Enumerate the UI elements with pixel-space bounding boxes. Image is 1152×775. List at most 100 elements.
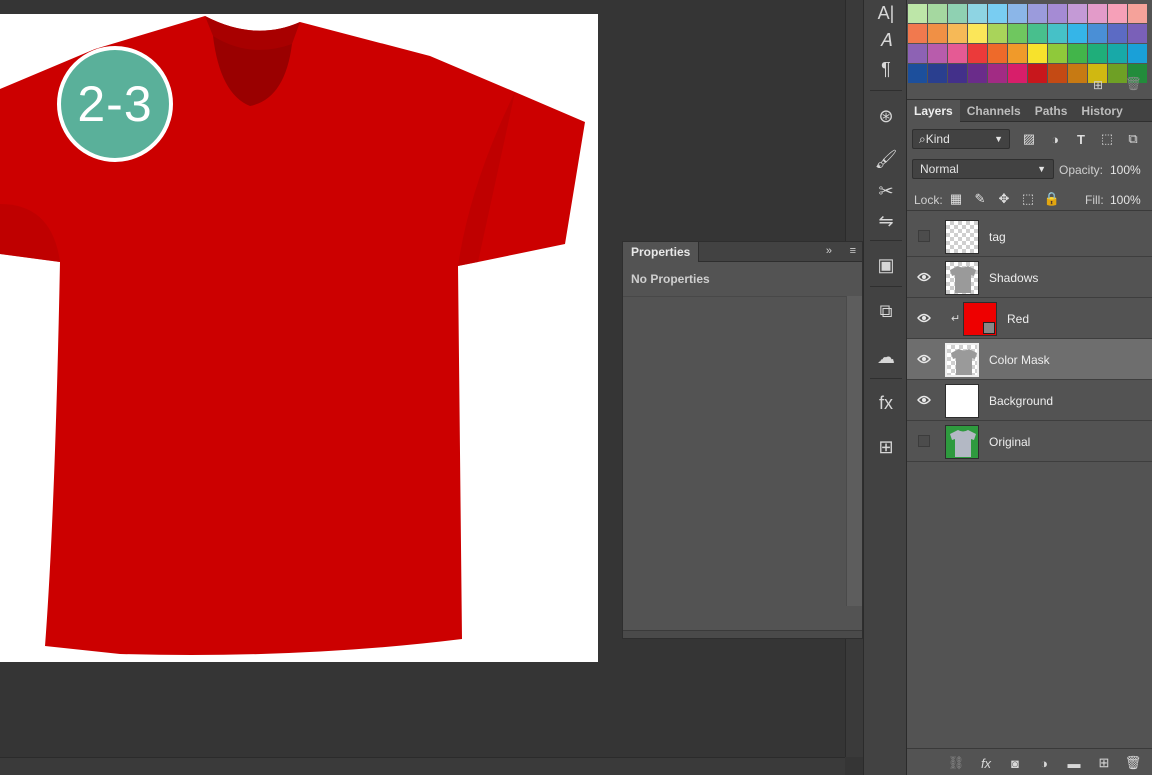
tab-history[interactable]: History bbox=[1074, 100, 1129, 122]
swatch[interactable] bbox=[1068, 4, 1087, 23]
character-styles-icon[interactable]: 𝐴 bbox=[872, 27, 900, 53]
swatch[interactable] bbox=[1008, 4, 1027, 23]
swatch[interactable] bbox=[1068, 24, 1087, 43]
opacity-field[interactable]: 100% bbox=[1110, 163, 1141, 177]
swatch[interactable] bbox=[988, 24, 1007, 43]
eye-icon[interactable] bbox=[916, 270, 932, 284]
lock-pixels-icon[interactable]: ✎ bbox=[972, 191, 988, 207]
swatch[interactable] bbox=[908, 64, 927, 83]
layer-mask-icon[interactable]: ◙ bbox=[1006, 754, 1024, 772]
paragraph-icon[interactable]: ¶ bbox=[872, 56, 900, 82]
swatch[interactable] bbox=[948, 24, 967, 43]
new-group-icon[interactable]: ▬ bbox=[1065, 754, 1083, 772]
tab-layers[interactable]: Layers bbox=[907, 100, 960, 122]
swatch[interactable] bbox=[1028, 4, 1047, 23]
layer-row[interactable]: tag bbox=[907, 216, 1152, 257]
swatch[interactable] bbox=[1088, 4, 1107, 23]
swatch[interactable] bbox=[1088, 44, 1107, 63]
swatch[interactable] bbox=[1008, 24, 1027, 43]
swatch[interactable] bbox=[1068, 44, 1087, 63]
eye-icon[interactable] bbox=[916, 393, 932, 407]
eye-icon[interactable] bbox=[916, 311, 932, 325]
grid-icon[interactable]: ⊞ bbox=[872, 434, 900, 460]
canvas-horizontal-scrollbar[interactable] bbox=[0, 757, 845, 775]
layer-row[interactable]: Original bbox=[907, 421, 1152, 462]
blend-mode-select[interactable]: Normal ▼ bbox=[912, 159, 1054, 179]
delete-layer-icon[interactable]: 🗑 bbox=[1124, 754, 1142, 772]
swatch[interactable] bbox=[1028, 64, 1047, 83]
swatch[interactable] bbox=[1048, 4, 1067, 23]
type-filter-icon[interactable]: T bbox=[1073, 131, 1089, 147]
swatch[interactable] bbox=[928, 4, 947, 23]
layer-row[interactable]: Background bbox=[907, 380, 1152, 421]
visibility-toggle[interactable] bbox=[918, 230, 930, 242]
swatch[interactable] bbox=[968, 24, 987, 43]
layer-style-icon[interactable]: fx bbox=[977, 754, 995, 772]
pixel-filter-icon[interactable]: ▨ bbox=[1021, 131, 1037, 147]
adjustments-icon[interactable]: ⇋ bbox=[872, 208, 900, 234]
visibility-toggle[interactable] bbox=[918, 435, 930, 447]
tool-presets-icon[interactable]: ✂ bbox=[872, 178, 900, 204]
lock-transparency-icon[interactable]: ▦ bbox=[948, 191, 964, 207]
swatch[interactable] bbox=[948, 44, 967, 63]
eye-icon[interactable] bbox=[916, 352, 932, 366]
collapse-icon[interactable]: » bbox=[826, 245, 832, 257]
swatch[interactable] bbox=[968, 4, 987, 23]
tab-paths[interactable]: Paths bbox=[1028, 100, 1075, 122]
swatch[interactable] bbox=[1028, 24, 1047, 43]
layer-row[interactable]: Shadows bbox=[907, 257, 1152, 298]
swatch[interactable] bbox=[928, 64, 947, 83]
swatch[interactable] bbox=[1108, 44, 1127, 63]
swatch[interactable] bbox=[988, 44, 1007, 63]
styles-icon[interactable]: fx bbox=[872, 390, 900, 416]
swatch[interactable] bbox=[908, 44, 927, 63]
swatch[interactable] bbox=[968, 64, 987, 83]
swatch[interactable] bbox=[1048, 64, 1067, 83]
swatch[interactable] bbox=[908, 4, 927, 23]
properties-scrollbar[interactable] bbox=[846, 296, 862, 606]
tab-channels[interactable]: Channels bbox=[960, 100, 1028, 122]
lock-artboard-icon[interactable]: ⬚ bbox=[1020, 191, 1036, 207]
filter-kind-select[interactable]: ⌕ Kind ▼ bbox=[912, 129, 1010, 149]
target-icon[interactable]: ⊛ bbox=[872, 103, 900, 129]
lock-position-icon[interactable]: ✥ bbox=[996, 191, 1012, 207]
swatch[interactable] bbox=[928, 44, 947, 63]
swatch[interactable] bbox=[1128, 24, 1147, 43]
panel-menu-icon[interactable]: ≡ bbox=[850, 245, 856, 257]
swatch[interactable] bbox=[928, 24, 947, 43]
swatch[interactable] bbox=[988, 64, 1007, 83]
swatch[interactable] bbox=[1008, 64, 1027, 83]
clone-source-icon[interactable]: ⧉ bbox=[872, 298, 900, 324]
shape-filter-icon[interactable]: ⬚ bbox=[1099, 131, 1115, 147]
swatch[interactable] bbox=[1108, 24, 1127, 43]
swatch[interactable] bbox=[1068, 64, 1087, 83]
swatch[interactable] bbox=[908, 24, 927, 43]
link-layers-icon[interactable]: ⛓ bbox=[947, 754, 965, 772]
properties-resize-handle[interactable] bbox=[623, 630, 862, 638]
layer-row[interactable]: ↵ Red bbox=[907, 298, 1152, 339]
lock-all-icon[interactable]: 🔒 bbox=[1044, 191, 1060, 207]
swatch[interactable] bbox=[1008, 44, 1027, 63]
adjustment-filter-icon[interactable]: ◑ bbox=[1047, 131, 1063, 147]
adjustment-layer-icon[interactable]: ◑ bbox=[1035, 754, 1053, 772]
swatch[interactable] bbox=[1088, 24, 1107, 43]
swatch[interactable] bbox=[1028, 44, 1047, 63]
tab-properties[interactable]: Properties bbox=[623, 241, 700, 262]
smart-object-filter-icon[interactable]: ⧉ bbox=[1125, 131, 1141, 147]
swatch[interactable] bbox=[1108, 4, 1127, 23]
layer-row[interactable]: Color Mask bbox=[907, 339, 1152, 380]
brushes-icon[interactable]: 🖌 bbox=[872, 146, 900, 172]
trash-icon[interactable]: 🗑 bbox=[1125, 76, 1142, 91]
fill-field[interactable]: 100% bbox=[1110, 193, 1141, 207]
swatch[interactable] bbox=[1128, 4, 1147, 23]
swatch[interactable] bbox=[988, 4, 1007, 23]
swatch[interactable] bbox=[948, 64, 967, 83]
swatch[interactable] bbox=[1048, 24, 1067, 43]
swatch[interactable] bbox=[948, 4, 967, 23]
swatch[interactable] bbox=[1128, 44, 1147, 63]
swatch[interactable] bbox=[968, 44, 987, 63]
3d-icon[interactable]: ▣ bbox=[872, 252, 900, 278]
new-layer-icon[interactable]: ⊞ bbox=[1095, 754, 1113, 772]
character-icon[interactable]: A| bbox=[872, 0, 900, 26]
creative-cloud-icon[interactable]: ☁ bbox=[872, 344, 900, 370]
